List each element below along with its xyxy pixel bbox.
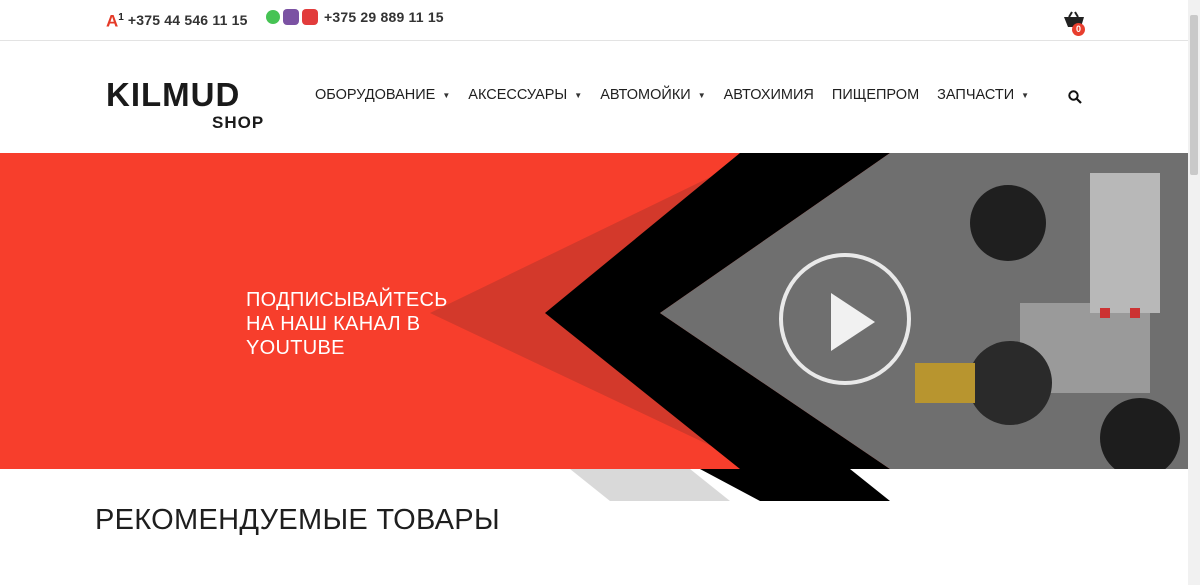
caret-down-icon: ▼ [574,90,583,100]
nav-item-label: ПИЩЕПРОМ [831,87,920,103]
youtube-banner[interactable]: ПОДПИСЫВАЙТЕСЬ НА НАШ КАНАЛ В YOUTUBE [0,153,1188,469]
phone-mts-number[interactable]: +375 29 889 11 15 [324,9,444,25]
nav-item-label: АВТОХИМИЯ [723,87,814,103]
section-title: РЕКОМЕНДУЕМЫЕ ТОВАРЫ [95,504,500,536]
banner-graphic [430,153,1188,469]
caret-down-icon: ▼ [697,90,706,100]
phone-a1-number[interactable]: +375 44 546 11 15 [128,12,248,28]
banner-headline: ПОДПИСЫВАЙТЕСЬ НА НАШ КАНАЛ В YOUTUBE [246,288,486,360]
viber-icon[interactable] [283,9,299,25]
nav-item-label: АВТОМОЙКИ [600,87,691,103]
search-icon[interactable] [1068,90,1082,104]
banner-line-3: YOUTUBE [246,337,345,359]
nav-item-accessories[interactable]: АКСЕССУАРЫ ▼ [468,87,582,103]
main-nav: ОБОРУДОВАНИЕ ▼ АКСЕССУАРЫ ▼ АВТОМОЙКИ ▼ … [315,87,1047,103]
a1-operator-logo: A1 [106,11,124,31]
logo-subtitle: SHOP [212,113,265,132]
banner-shadow [570,469,890,501]
scrollbar-thumb[interactable] [1190,15,1198,175]
nav-item-label: ОБОРУДОВАНИЕ [315,87,436,103]
play-button[interactable] [779,253,911,385]
other-messenger-icon[interactable] [302,9,318,25]
play-icon [831,293,875,351]
banner-line-1: ПОДПИСЫВАЙТЕСЬ [246,289,448,311]
phone-a1[interactable]: A1 +375 44 546 11 15 [106,9,248,31]
caret-down-icon: ▼ [442,90,451,100]
nav-item-equipment[interactable]: ОБОРУДОВАНИЕ ▼ [315,87,450,103]
phone-mts[interactable]: +375 29 889 11 15 [266,9,444,25]
nav-item-autochem[interactable]: АВТОХИМИЯ [724,87,814,103]
nav-item-spare-parts[interactable]: ЗАПЧАСТИ ▼ [937,87,1029,103]
banner-line-2: НА НАШ КАНАЛ В [246,313,421,335]
nav-item-label: АКСЕССУАРЫ [468,87,568,103]
site-logo[interactable]: KILMUD SHOP [106,78,268,134]
nav-item-label: ЗАПЧАСТИ [937,87,1015,103]
nav-item-food-industry[interactable]: ПИЩЕПРОМ [832,87,919,103]
cart-count-badge: 0 [1072,23,1085,36]
logo-wordmark: KILMUD [106,76,241,113]
whatsapp-icon[interactable] [266,10,280,24]
nav-item-carwash[interactable]: АВТОМОЙКИ ▼ [600,87,705,103]
caret-down-icon: ▼ [1021,90,1030,100]
top-bar: A1 +375 44 546 11 15 +375 29 889 11 15 0 [0,0,1188,41]
